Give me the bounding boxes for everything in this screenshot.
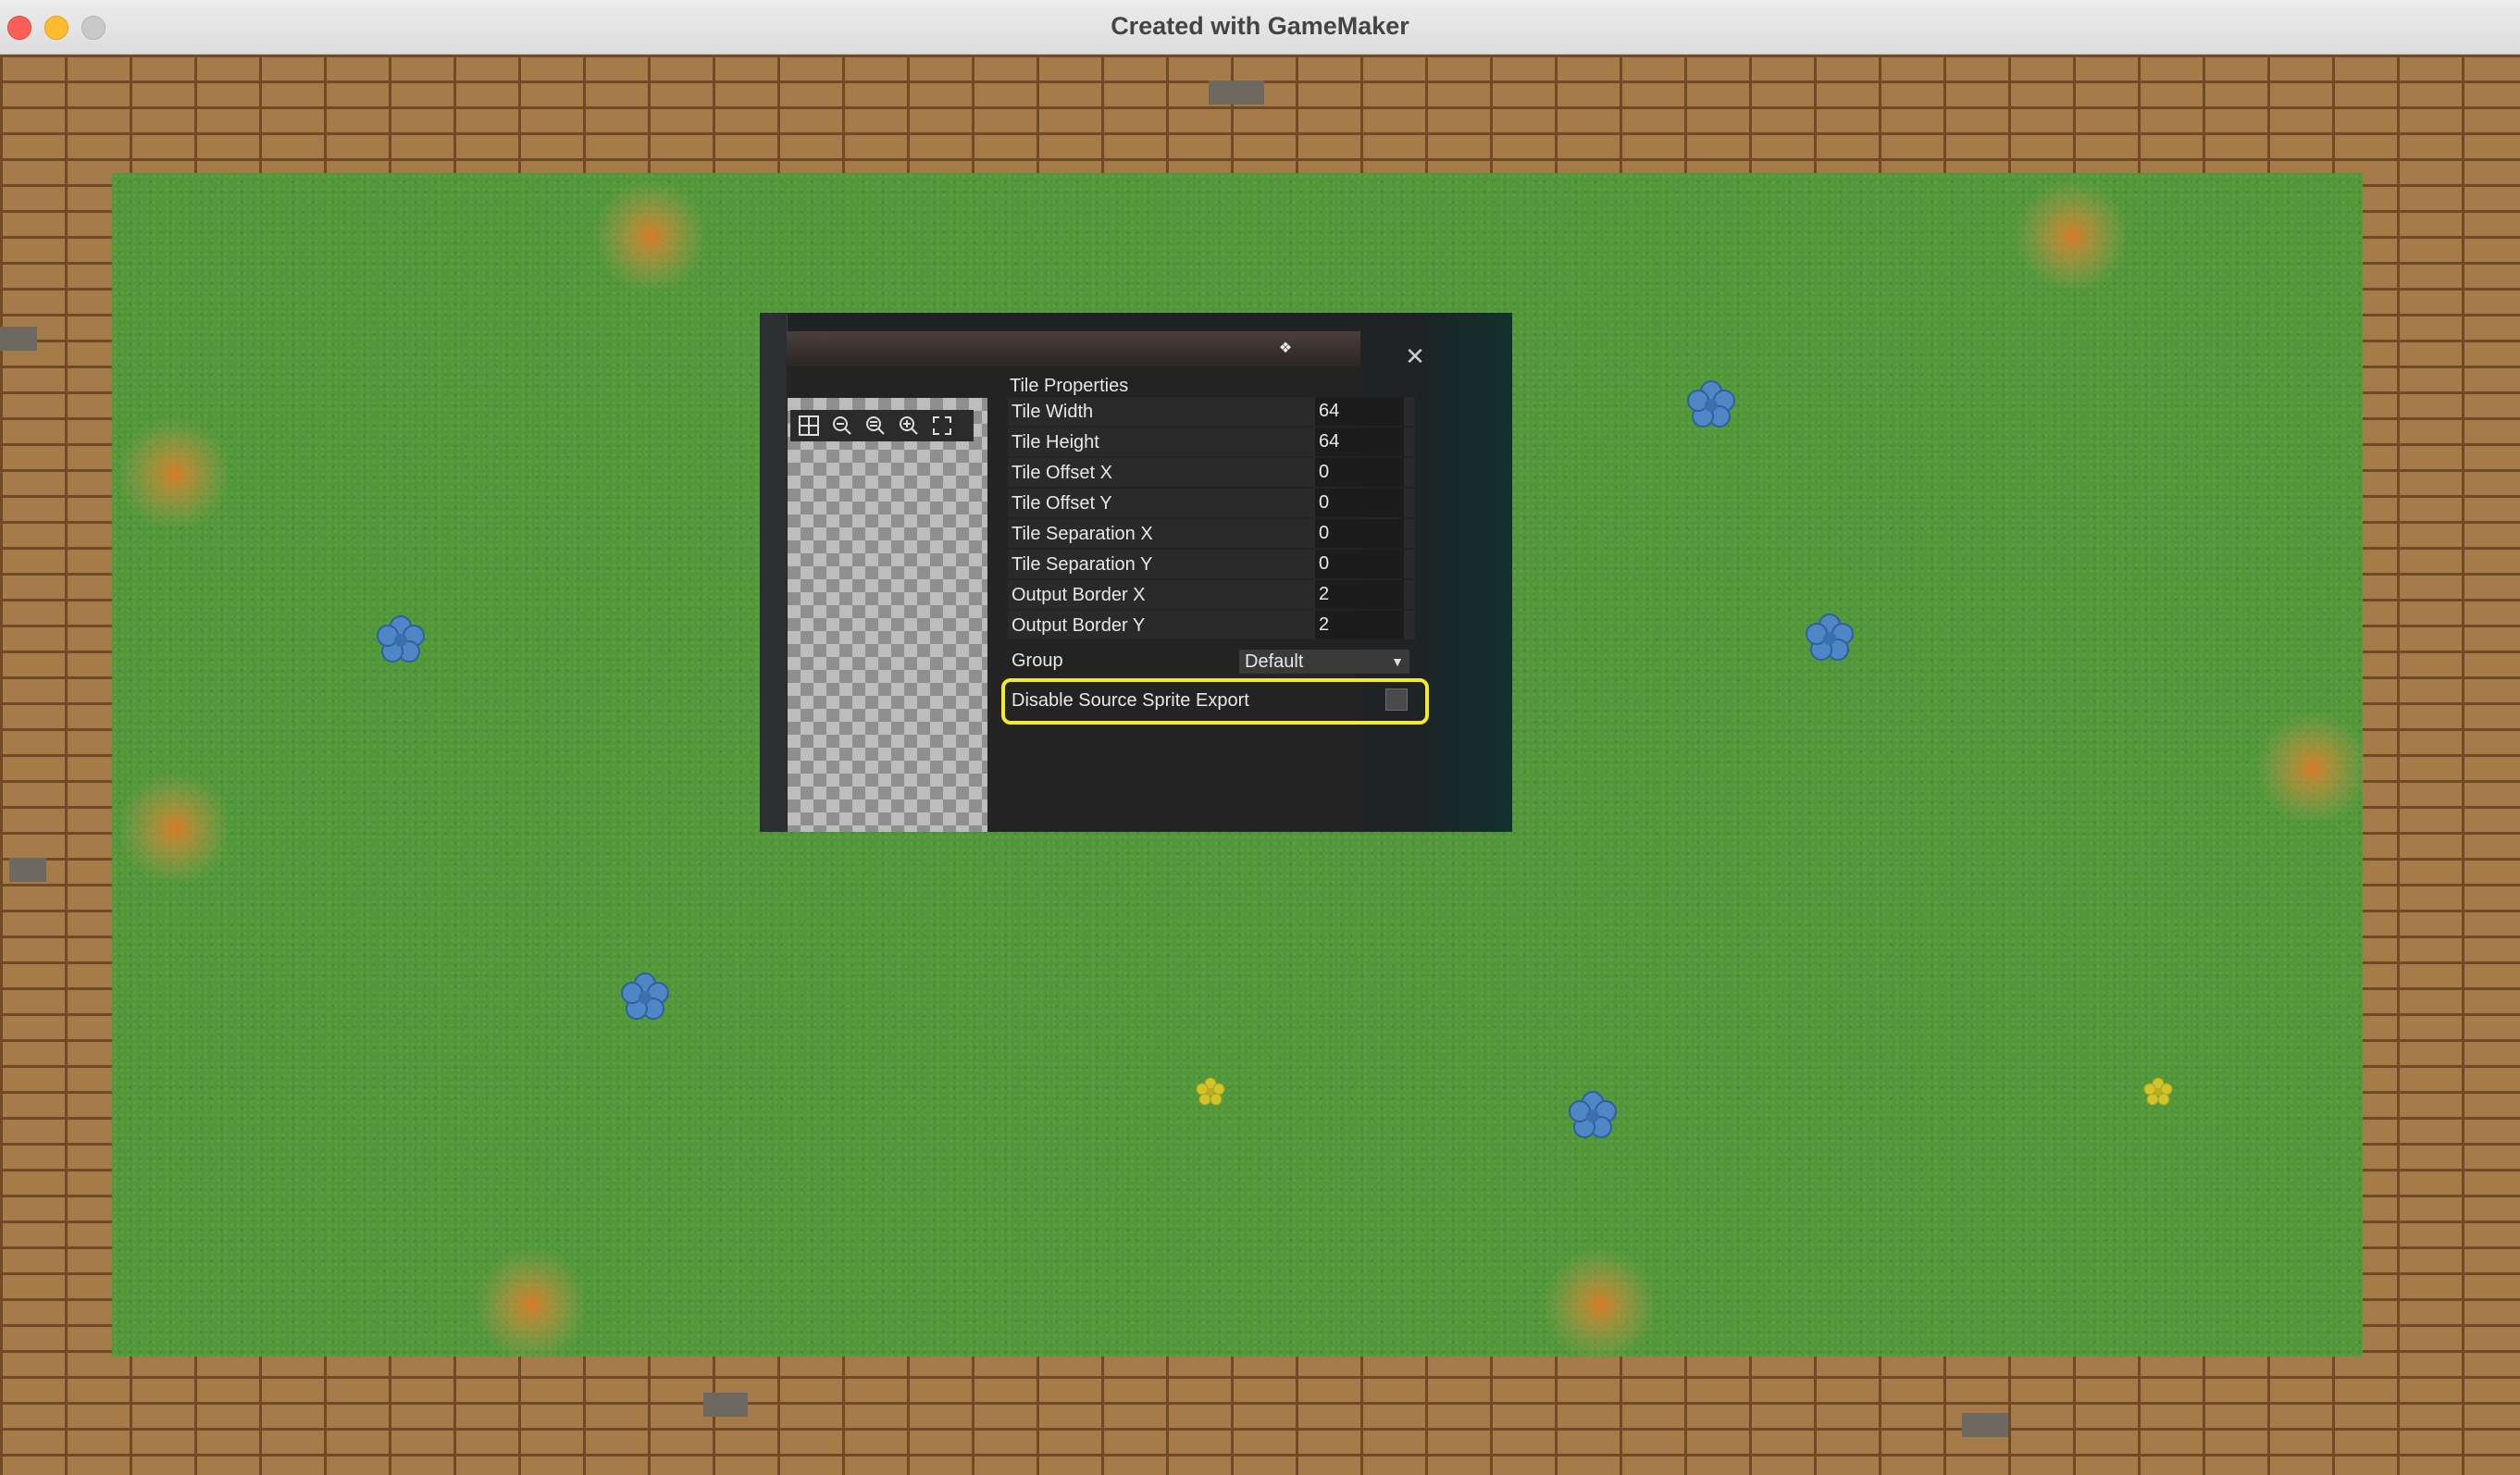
group-label: Group (1012, 651, 1063, 671)
dialog-background-decoration (1420, 313, 1512, 832)
yellow-flower[interactable] (2142, 1076, 2174, 1108)
window-titlebar: Created with GameMaker (0, 0, 2520, 55)
blue-flower[interactable] (1685, 378, 1737, 430)
grid-toggle-button[interactable] (794, 412, 824, 440)
property-label: Tile Height (1012, 432, 1099, 452)
property-row-tile-separation-y: Tile Separation Y 0 (1008, 550, 1415, 578)
blue-flower[interactable] (619, 971, 671, 1023)
yellow-flower[interactable] (1195, 1076, 1226, 1108)
wall-stone (1962, 1413, 2008, 1437)
tile-offset-y-input[interactable]: 0 (1315, 489, 1404, 517)
tile-properties-title: Tile Properties (1010, 376, 1129, 396)
tile-height-input[interactable]: 64 (1315, 428, 1404, 456)
chevron-down-icon: ▼ (1391, 654, 1404, 669)
zoom-reset-icon (866, 416, 885, 435)
torch-glow (2009, 173, 2124, 288)
property-row-tile-height: Tile Height 64 (1008, 428, 1415, 456)
torch-glow (468, 1242, 583, 1357)
zoom-in-button[interactable] (894, 412, 924, 440)
preview-toolbar (790, 410, 974, 441)
torch-glow (1537, 1242, 1652, 1357)
fit-to-view-button[interactable] (927, 412, 957, 440)
tile-offset-x-input[interactable]: 0 (1315, 458, 1404, 487)
property-row-tile-offset-x: Tile Offset X 0 (1008, 458, 1415, 487)
tile-width-input[interactable]: 64 (1315, 397, 1404, 426)
output-border-x-input[interactable]: 2 (1315, 580, 1404, 609)
group-dropdown[interactable]: Default ▼ (1239, 650, 1409, 674)
torch-glow (2250, 705, 2365, 820)
blue-flower[interactable] (375, 614, 427, 665)
tile-separation-y-input[interactable]: 0 (1315, 550, 1404, 578)
wall-stone (9, 858, 46, 882)
wall-stone (1209, 81, 1264, 105)
property-row-output-border-x: Output Border X 2 (1008, 580, 1415, 609)
property-label: Output Border Y (1012, 615, 1146, 636)
output-border-y-input[interactable]: 2 (1315, 611, 1404, 639)
property-row-tile-separation-x: Tile Separation X 0 (1008, 519, 1415, 548)
tile-properties-dialog: ❖ ✕ Tile Properties Tile Width 64 Tile H… (760, 313, 1512, 832)
property-label: Tile Offset Y (1012, 493, 1112, 514)
torch-glow (112, 765, 227, 880)
property-label: Output Border X (1012, 585, 1146, 605)
torch-glow (588, 173, 702, 288)
zoom-out-icon (833, 416, 851, 435)
wall-stone (0, 327, 37, 351)
blue-flower[interactable] (1804, 612, 1856, 663)
window-title: Created with GameMaker (1111, 12, 1409, 40)
property-row-output-border-y: Output Border Y 2 (1008, 611, 1415, 639)
zoom-out-button[interactable] (827, 412, 857, 440)
zoom-reset-button[interactable] (861, 412, 890, 440)
property-row-tile-offset-y: Tile Offset Y 0 (1008, 489, 1415, 517)
property-row-tile-width: Tile Width 64 (1008, 397, 1415, 426)
torch-glow (112, 411, 227, 526)
fullscreen-icon (933, 416, 951, 435)
tile-separation-x-input[interactable]: 0 (1315, 519, 1404, 548)
dialog-left-toolbar (760, 313, 788, 832)
wall-stone (703, 1393, 748, 1417)
property-label: Tile Separation X (1012, 524, 1153, 544)
close-dialog-button[interactable]: ✕ (1401, 342, 1429, 370)
highlight-annotation (1001, 678, 1429, 725)
property-label: Tile Offset X (1012, 463, 1112, 483)
group-dropdown-value: Default (1245, 651, 1304, 672)
property-label: Tile Width (1012, 402, 1094, 422)
grid-icon (799, 415, 819, 436)
pin-icon[interactable]: ❖ (1274, 339, 1297, 361)
property-label: Tile Separation Y (1012, 554, 1153, 575)
zoom-in-icon (900, 416, 918, 435)
tile-preview-canvas[interactable] (788, 398, 987, 832)
blue-flower[interactable] (1567, 1089, 1619, 1141)
